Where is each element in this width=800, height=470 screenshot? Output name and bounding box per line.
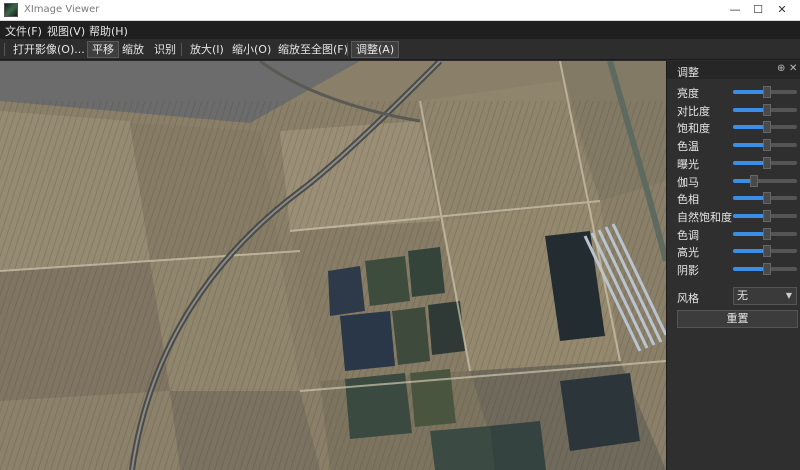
menu-file[interactable]: 文件(F) [5, 23, 42, 39]
toolbar-grip [4, 43, 5, 56]
slider-row: 饱和度 [667, 118, 800, 136]
slider-handle[interactable] [763, 156, 771, 169]
slider-handle[interactable] [763, 192, 771, 205]
style-select[interactable]: 无 ▼ [733, 287, 797, 305]
slider-handle[interactable] [763, 103, 771, 116]
slider-label: 曝光 [677, 157, 699, 171]
slider-label: 饱和度 [677, 122, 710, 136]
slider-fill [733, 107, 765, 112]
slider-handle[interactable] [750, 174, 759, 187]
aerial-image [0, 61, 666, 470]
slider-row: 色相 [667, 189, 800, 207]
slider-label: 阴影 [677, 264, 699, 277]
slider-label: 自然饱和度 [677, 210, 732, 224]
style-value: 无 [737, 289, 748, 302]
chevron-down-icon: ▼ [785, 291, 792, 300]
slider-fill [733, 125, 765, 130]
toolbar-separator [181, 43, 182, 56]
slider-handle[interactable] [763, 121, 771, 134]
slider-fill [733, 160, 765, 165]
identify-button[interactable]: 识别 [150, 41, 180, 58]
slider-handle[interactable] [763, 86, 771, 98]
close-button[interactable]: ✕ [762, 0, 800, 20]
panel-title: 调整 [677, 66, 699, 79]
slider-label: 伽马 [677, 175, 699, 189]
zoom-to-full-button[interactable]: 缩放至全图(F) [274, 41, 352, 58]
zoom-out-button[interactable]: 缩小(O) [228, 41, 275, 58]
slider-row: 曝光 [667, 154, 800, 172]
zoom-button[interactable]: 缩放 [118, 41, 148, 58]
reset-button[interactable]: 重置 [677, 310, 798, 328]
slider-handle[interactable] [763, 209, 771, 222]
slider-fill [733, 231, 765, 236]
adjust-button[interactable]: 调整(A) [351, 41, 400, 58]
slider-fill [733, 196, 765, 201]
slider-track[interactable] [733, 139, 797, 152]
slider-track[interactable] [733, 174, 797, 187]
slider-fill [733, 249, 765, 254]
title-bar: XImage Viewer — ☐ ✕ [0, 0, 800, 21]
slider-handle[interactable] [763, 245, 771, 258]
window-title: XImage Viewer [24, 4, 100, 15]
slider-track[interactable] [733, 192, 797, 205]
slider-track[interactable] [733, 245, 797, 258]
slider-label: 色调 [677, 228, 699, 242]
pan-button[interactable]: 平移 [87, 41, 119, 58]
open-image-button[interactable]: 打开影像(O)... [9, 41, 89, 58]
image-viewport[interactable] [0, 61, 666, 470]
menu-help[interactable]: 帮助(H) [89, 23, 128, 39]
close-icon[interactable]: ✕ [789, 63, 797, 74]
slider-label: 对比度 [677, 104, 710, 118]
slider-row: 高光 [667, 242, 800, 260]
slider-fill [733, 267, 765, 271]
toolbar-separator [347, 43, 348, 56]
menu-bar: 文件(F) 视图(V) 帮助(H) [0, 21, 800, 39]
slider-row: 色调 [667, 225, 800, 243]
slider-handle[interactable] [763, 263, 771, 275]
menu-view[interactable]: 视图(V) [47, 23, 85, 39]
slider-handle[interactable] [763, 227, 771, 240]
slider-row: 伽马 [667, 172, 800, 190]
slider-row: 亮度 [667, 83, 800, 101]
panel-header: 调整 ⊕ ✕ [667, 61, 800, 79]
adjust-panel: 调整 ⊕ ✕ 亮度对比度饱和度色温曝光伽马色相自然饱和度色调高光阴影 风格 无 … [666, 61, 800, 470]
slider-track[interactable] [733, 156, 797, 169]
slider-handle[interactable] [763, 139, 771, 152]
slider-fill [733, 213, 765, 218]
slider-row: 阴影 [667, 260, 800, 278]
pin-icon[interactable]: ⊕ [777, 63, 785, 74]
slider-track[interactable] [733, 209, 797, 222]
style-label: 风格 [677, 292, 699, 305]
slider-label: 色相 [677, 193, 699, 207]
zoom-in-button[interactable]: 放大(I) [186, 41, 228, 58]
toolbar: 打开影像(O)... 平移 缩放 识别 放大(I) 缩小(O) 缩放至全图(F)… [0, 39, 800, 60]
slider-track[interactable] [733, 227, 797, 240]
slider-label: 高光 [677, 246, 699, 260]
slider-row: 色温 [667, 136, 800, 154]
slider-fill [733, 90, 765, 94]
slider-track[interactable] [733, 103, 797, 116]
app-icon [4, 3, 18, 17]
slider-track[interactable] [733, 121, 797, 134]
slider-fill [733, 143, 765, 148]
slider-row: 对比度 [667, 101, 800, 119]
slider-track[interactable] [733, 263, 797, 275]
slider-row: 自然饱和度 [667, 207, 800, 225]
slider-label: 亮度 [677, 87, 699, 100]
slider-track[interactable] [733, 86, 797, 98]
slider-label: 色温 [677, 140, 699, 154]
